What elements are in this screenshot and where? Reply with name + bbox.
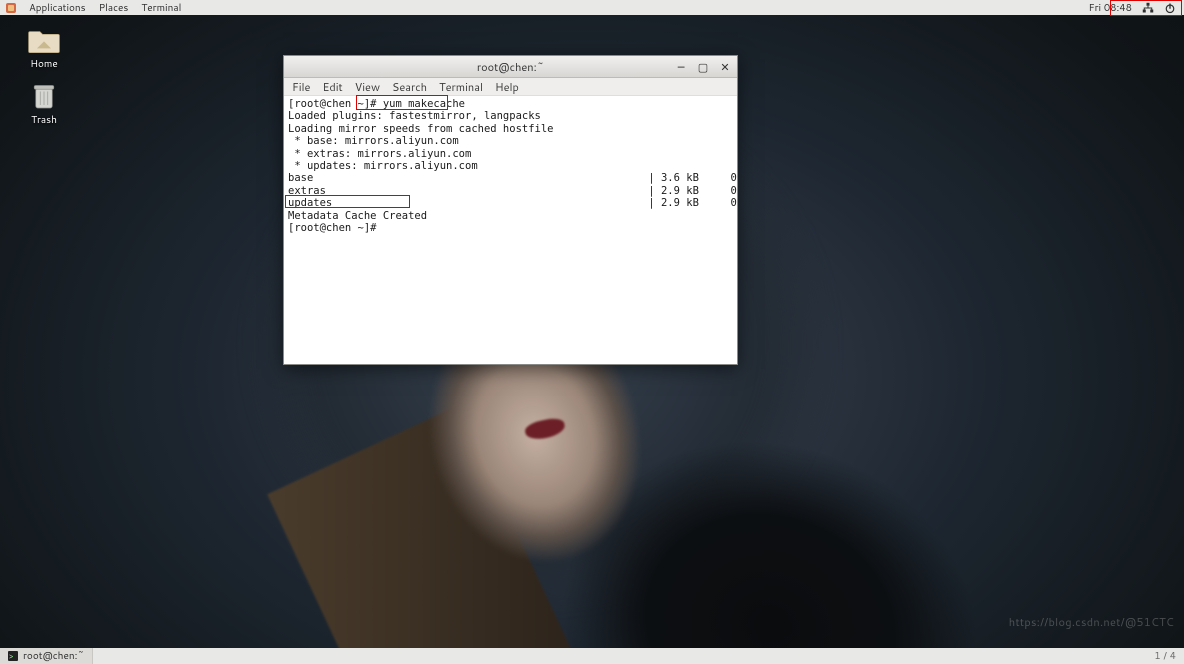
close-button[interactable]: ✕ <box>717 60 733 74</box>
terminal-window[interactable]: root@chen:~ ─ ▢ ✕ File Edit View Search … <box>283 55 738 365</box>
folder-home-icon <box>27 26 61 54</box>
terminal-menu-search[interactable]: Search <box>392 79 427 95</box>
terminal-menu-help[interactable]: Help <box>495 79 519 95</box>
terminal-menu-terminal[interactable]: Terminal <box>439 79 483 95</box>
desktop-icon-trash[interactable]: Trash <box>14 81 74 127</box>
desktop-icon-home-label: Home <box>14 57 74 71</box>
terminal-menubar: File Edit View Search Terminal Help <box>284 78 737 96</box>
taskbar-task-label: root@chen:~ <box>23 649 84 663</box>
menu-terminal[interactable]: Terminal <box>141 1 181 15</box>
activities-icon[interactable] <box>6 3 16 13</box>
power-icon[interactable] <box>1164 2 1176 14</box>
terminal-body[interactable]: [root@chen ~]# yum makecache Loaded plug… <box>284 96 737 364</box>
desktop[interactable]: Home Trash root@chen:~ ─ ▢ ✕ File Edit V… <box>0 15 1184 648</box>
bottom-panel: root@chen:~ 1 / 4 <box>0 648 1184 664</box>
taskbar-task-terminal[interactable]: root@chen:~ <box>0 648 93 664</box>
desktop-icon-trash-label: Trash <box>14 113 74 127</box>
top-panel: Applications Places Terminal Fri 08:48 <box>0 0 1184 15</box>
minimize-button[interactable]: ─ <box>673 60 689 74</box>
workspace-indicator[interactable]: 1 / 4 <box>1154 649 1184 663</box>
terminal-menu-view[interactable]: View <box>355 79 380 95</box>
menu-applications[interactable]: Applications <box>29 1 86 15</box>
terminal-output: [root@chen ~]# yum makecache Loaded plug… <box>288 98 733 234</box>
trash-icon <box>31 81 57 111</box>
network-icon[interactable] <box>1142 2 1154 14</box>
menu-places[interactable]: Places <box>99 1 129 15</box>
maximize-button[interactable]: ▢ <box>695 60 711 74</box>
terminal-menu-edit[interactable]: Edit <box>322 79 342 95</box>
terminal-title: root@chen:~ <box>284 59 737 75</box>
terminal-menu-file[interactable]: File <box>292 79 310 95</box>
desktop-icon-home[interactable]: Home <box>14 25 74 71</box>
terminal-titlebar[interactable]: root@chen:~ ─ ▢ ✕ <box>284 56 737 78</box>
clock[interactable]: Fri 08:48 <box>1089 1 1132 15</box>
taskbar-terminal-icon <box>8 651 18 661</box>
